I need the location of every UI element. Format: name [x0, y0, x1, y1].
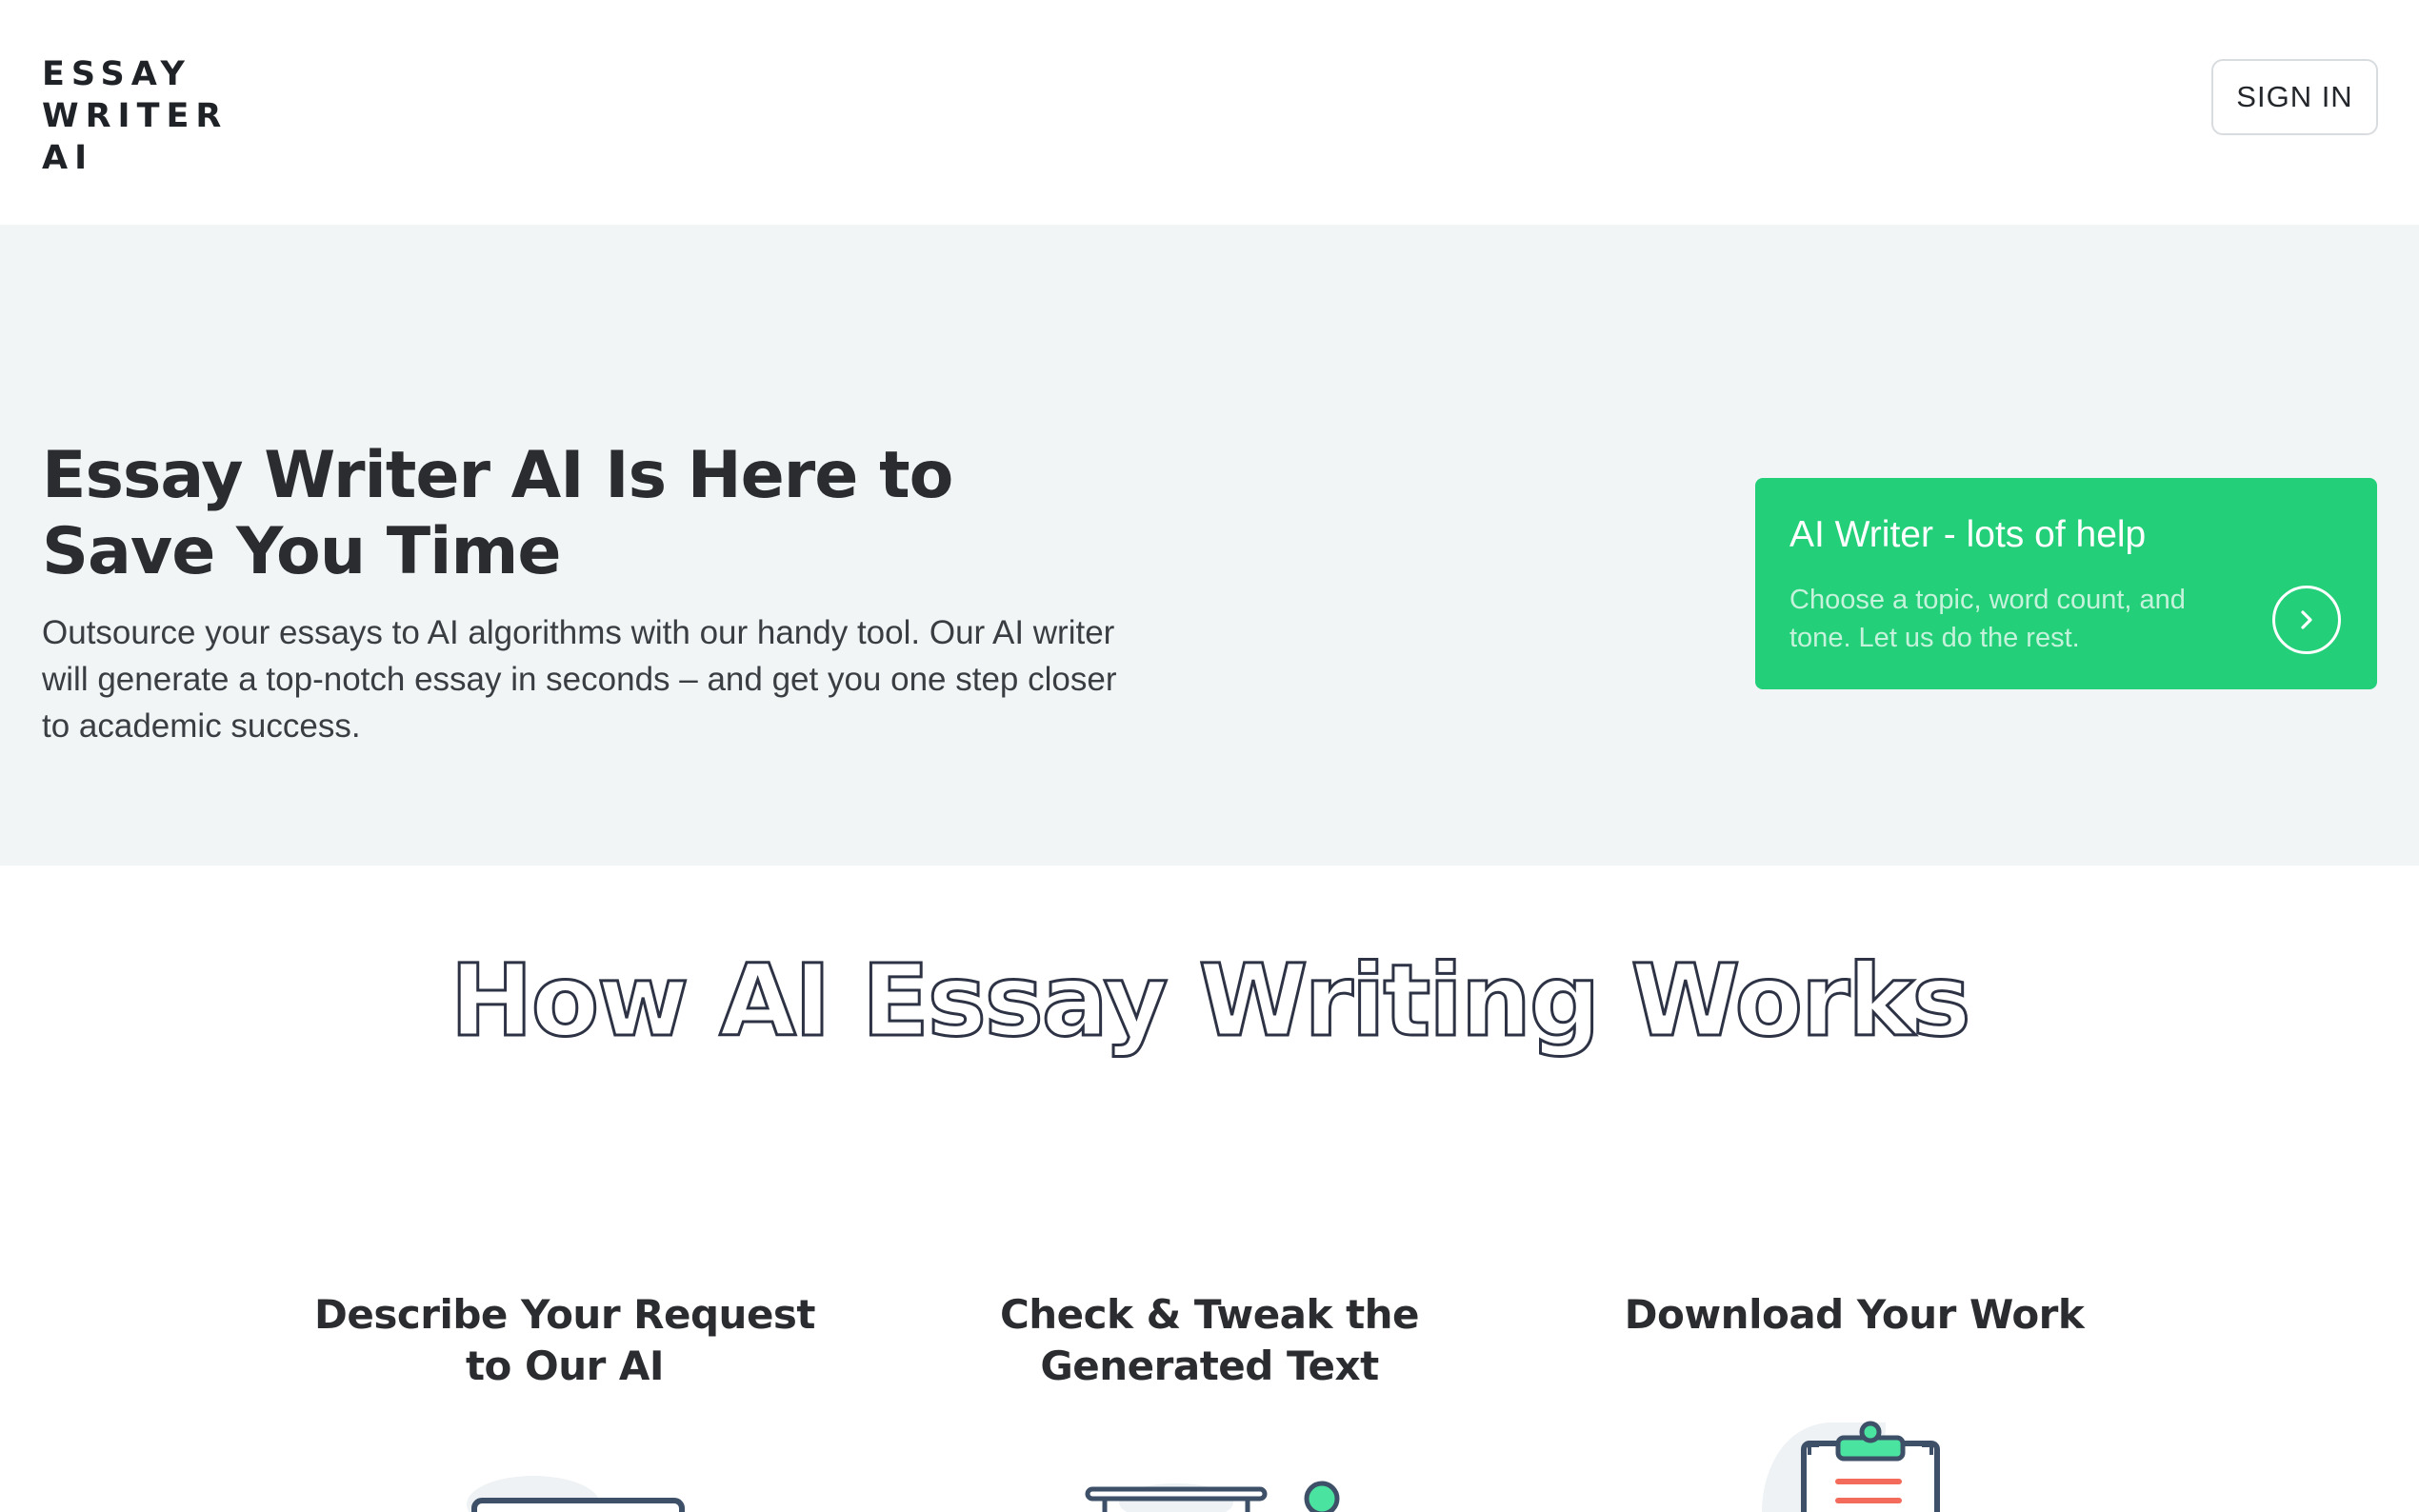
ai-writer-card-description: Choose a topic, word count, and tone. Le… [1789, 585, 2186, 653]
how-it-works-title: How AI Essay Writing Works [449, 942, 1972, 1061]
ai-writer-card[interactable]: AI Writer - lots of help Choose a topic,… [1755, 478, 2377, 689]
laptop-illustration [467, 1476, 685, 1512]
logo-line-2: WRITER [42, 97, 229, 135]
sign-in-button[interactable]: SIGN IN [2211, 59, 2378, 135]
site-header: ESSAY WRITER AI SIGN IN [0, 0, 2419, 225]
ai-writer-card-title: AI Writer - lots of help [1789, 514, 2147, 555]
step-2-title: Check & Tweak the Generated Text [999, 1291, 1420, 1389]
hero-title: Essay Writer AI Is Here to Save You Time [42, 438, 953, 589]
chevron-right-icon[interactable] [2272, 586, 2341, 654]
logo-line-3: AI [42, 139, 94, 177]
monitor-illustration [1085, 1481, 1340, 1512]
step-1-title: Describe Your Request to Our AI [313, 1291, 816, 1389]
hero-section: Essay Writer AI Is Here to Save You Time… [0, 225, 2419, 865]
site-logo[interactable]: ESSAY WRITER AI [42, 53, 228, 179]
logo-line-1: ESSAY [42, 55, 191, 93]
hero-description: Outsource your essays to AI algorithms w… [42, 614, 1117, 745]
clipboard-illustration [1762, 1421, 1940, 1512]
step-3-title: Download Your Work [1624, 1291, 2085, 1338]
